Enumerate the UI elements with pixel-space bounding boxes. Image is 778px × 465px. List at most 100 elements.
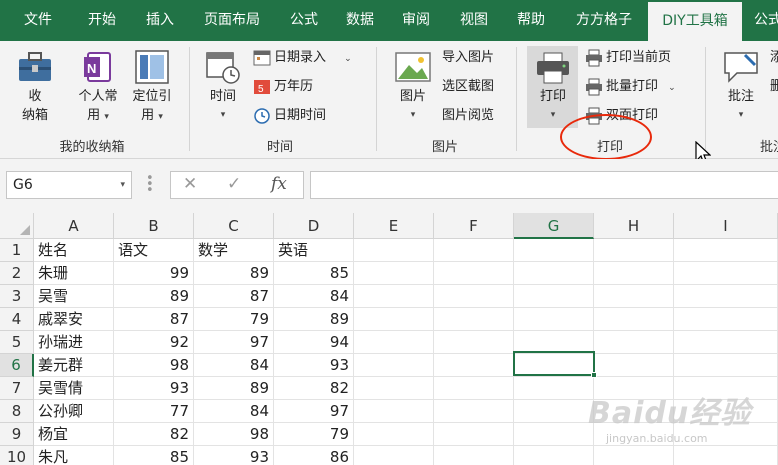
column-header-f[interactable]: F [434, 213, 514, 239]
cell-a6[interactable]: 姜元群 [34, 354, 114, 377]
cell-d10[interactable]: 86 [274, 446, 354, 465]
cell-c4[interactable]: 79 [194, 308, 274, 331]
tab-fangfang[interactable]: 方方格子 [566, 0, 642, 41]
select-all-button[interactable] [0, 213, 34, 239]
cell-i1[interactable] [674, 239, 778, 262]
cell-g1[interactable] [514, 239, 594, 262]
locate-reference-button[interactable]: 定位引 用 ▾ [126, 49, 178, 127]
cell-c9[interactable]: 98 [194, 423, 274, 446]
row-header-1[interactable]: 1 [0, 239, 34, 262]
cell-f7[interactable] [434, 377, 514, 400]
tab-home[interactable]: 开始 [76, 0, 128, 41]
cell-b8[interactable]: 77 [114, 400, 194, 423]
row-header-7[interactable]: 7 [0, 377, 34, 400]
cell-f1[interactable] [434, 239, 514, 262]
range-screenshot-button[interactable]: 选区截图 [442, 76, 494, 98]
cell-e8[interactable] [354, 400, 434, 423]
cell-e10[interactable] [354, 446, 434, 465]
cell-a4[interactable]: 戚翠安 [34, 308, 114, 331]
cell-f3[interactable] [434, 285, 514, 308]
cell-h1[interactable] [594, 239, 674, 262]
cell-c5[interactable]: 97 [194, 331, 274, 354]
cell-d7[interactable]: 82 [274, 377, 354, 400]
cell-b2[interactable]: 99 [114, 262, 194, 285]
row-header-4[interactable]: 4 [0, 308, 34, 331]
cell-a8[interactable]: 公孙卿 [34, 400, 114, 423]
cell-a2[interactable]: 朱珊 [34, 262, 114, 285]
time-button[interactable]: 时间 ▾ [200, 49, 246, 125]
comment-button[interactable]: 批注 ▾ [718, 49, 764, 125]
cell-c10[interactable]: 93 [194, 446, 274, 465]
row-header-3[interactable]: 3 [0, 285, 34, 308]
cell-c1[interactable]: 数学 [194, 239, 274, 262]
tab-formulas[interactable]: 公式 [278, 0, 330, 41]
cell-f10[interactable] [434, 446, 514, 465]
cell-a5[interactable]: 孙瑞进 [34, 331, 114, 354]
cell-d3[interactable]: 84 [274, 285, 354, 308]
picture-button[interactable]: 图片 ▾ [390, 49, 436, 125]
cell-d9[interactable]: 79 [274, 423, 354, 446]
cell-e2[interactable] [354, 262, 434, 285]
cell-f5[interactable] [434, 331, 514, 354]
chevron-down-icon[interactable]: ▾ [120, 172, 125, 198]
column-header-e[interactable]: E [354, 213, 434, 239]
cell-d1[interactable]: 英语 [274, 239, 354, 262]
cell-e1[interactable] [354, 239, 434, 262]
cell-e7[interactable] [354, 377, 434, 400]
cell-b10[interactable]: 85 [114, 446, 194, 465]
cell-e3[interactable] [354, 285, 434, 308]
cell-b5[interactable]: 92 [114, 331, 194, 354]
perpetual-calendar-button[interactable]: 5 万年历 [253, 76, 313, 98]
tab-view[interactable]: 视图 [448, 0, 500, 41]
cell-e6[interactable] [354, 354, 434, 377]
cell-b4[interactable]: 87 [114, 308, 194, 331]
name-box[interactable]: G6 ▾ [6, 171, 132, 199]
column-header-a[interactable]: A [34, 213, 114, 239]
print-button[interactable]: 打印 ▾ [530, 51, 576, 125]
cell-c7[interactable]: 89 [194, 377, 274, 400]
cell-a3[interactable]: 吴雪 [34, 285, 114, 308]
cell-f8[interactable] [434, 400, 514, 423]
cell-g2[interactable] [514, 262, 594, 285]
tab-help[interactable]: 帮助 [505, 0, 557, 41]
cell-h5[interactable] [594, 331, 674, 354]
import-picture-button[interactable]: 导入图片 [442, 47, 494, 69]
cell-i4[interactable] [674, 308, 778, 331]
row-header-2[interactable]: 2 [0, 262, 34, 285]
delete-comment-button[interactable]: 删 [770, 76, 778, 98]
cell-g9[interactable] [514, 423, 594, 446]
tab-formulas-2[interactable]: 公式 [748, 0, 778, 41]
cell-d4[interactable]: 89 [274, 308, 354, 331]
cell-c3[interactable]: 87 [194, 285, 274, 308]
cell-b7[interactable]: 93 [114, 377, 194, 400]
add-comment-button[interactable]: 添 [770, 47, 778, 69]
row-header-5[interactable]: 5 [0, 331, 34, 354]
cell-h4[interactable] [594, 308, 674, 331]
cell-e4[interactable] [354, 308, 434, 331]
cell-c6[interactable]: 84 [194, 354, 274, 377]
cell-i6[interactable] [674, 354, 778, 377]
column-header-i[interactable]: I [674, 213, 778, 239]
cell-d5[interactable]: 94 [274, 331, 354, 354]
personal-favorites-button[interactable]: N 个人常 用 ▾ [72, 49, 124, 127]
cell-g7[interactable] [514, 377, 594, 400]
column-header-b[interactable]: B [114, 213, 194, 239]
cell-d2[interactable]: 85 [274, 262, 354, 285]
cell-f9[interactable] [434, 423, 514, 446]
batch-print-button[interactable]: 批量打印 ⌄ [585, 76, 676, 98]
cell-i5[interactable] [674, 331, 778, 354]
cell-d6[interactable]: 93 [274, 354, 354, 377]
cell-b3[interactable]: 89 [114, 285, 194, 308]
cell-g3[interactable] [514, 285, 594, 308]
cell-e5[interactable] [354, 331, 434, 354]
cell-e9[interactable] [354, 423, 434, 446]
cell-h3[interactable] [594, 285, 674, 308]
cell-i3[interactable] [674, 285, 778, 308]
cell-a9[interactable]: 杨宜 [34, 423, 114, 446]
column-header-h[interactable]: H [594, 213, 674, 239]
cell-a1[interactable]: 姓名 [34, 239, 114, 262]
cell-g10[interactable] [514, 446, 594, 465]
storage-box-button[interactable]: 收 纳箱 [12, 49, 58, 125]
cancel-icon[interactable]: ✕ [183, 174, 197, 194]
tab-review[interactable]: 审阅 [390, 0, 442, 41]
